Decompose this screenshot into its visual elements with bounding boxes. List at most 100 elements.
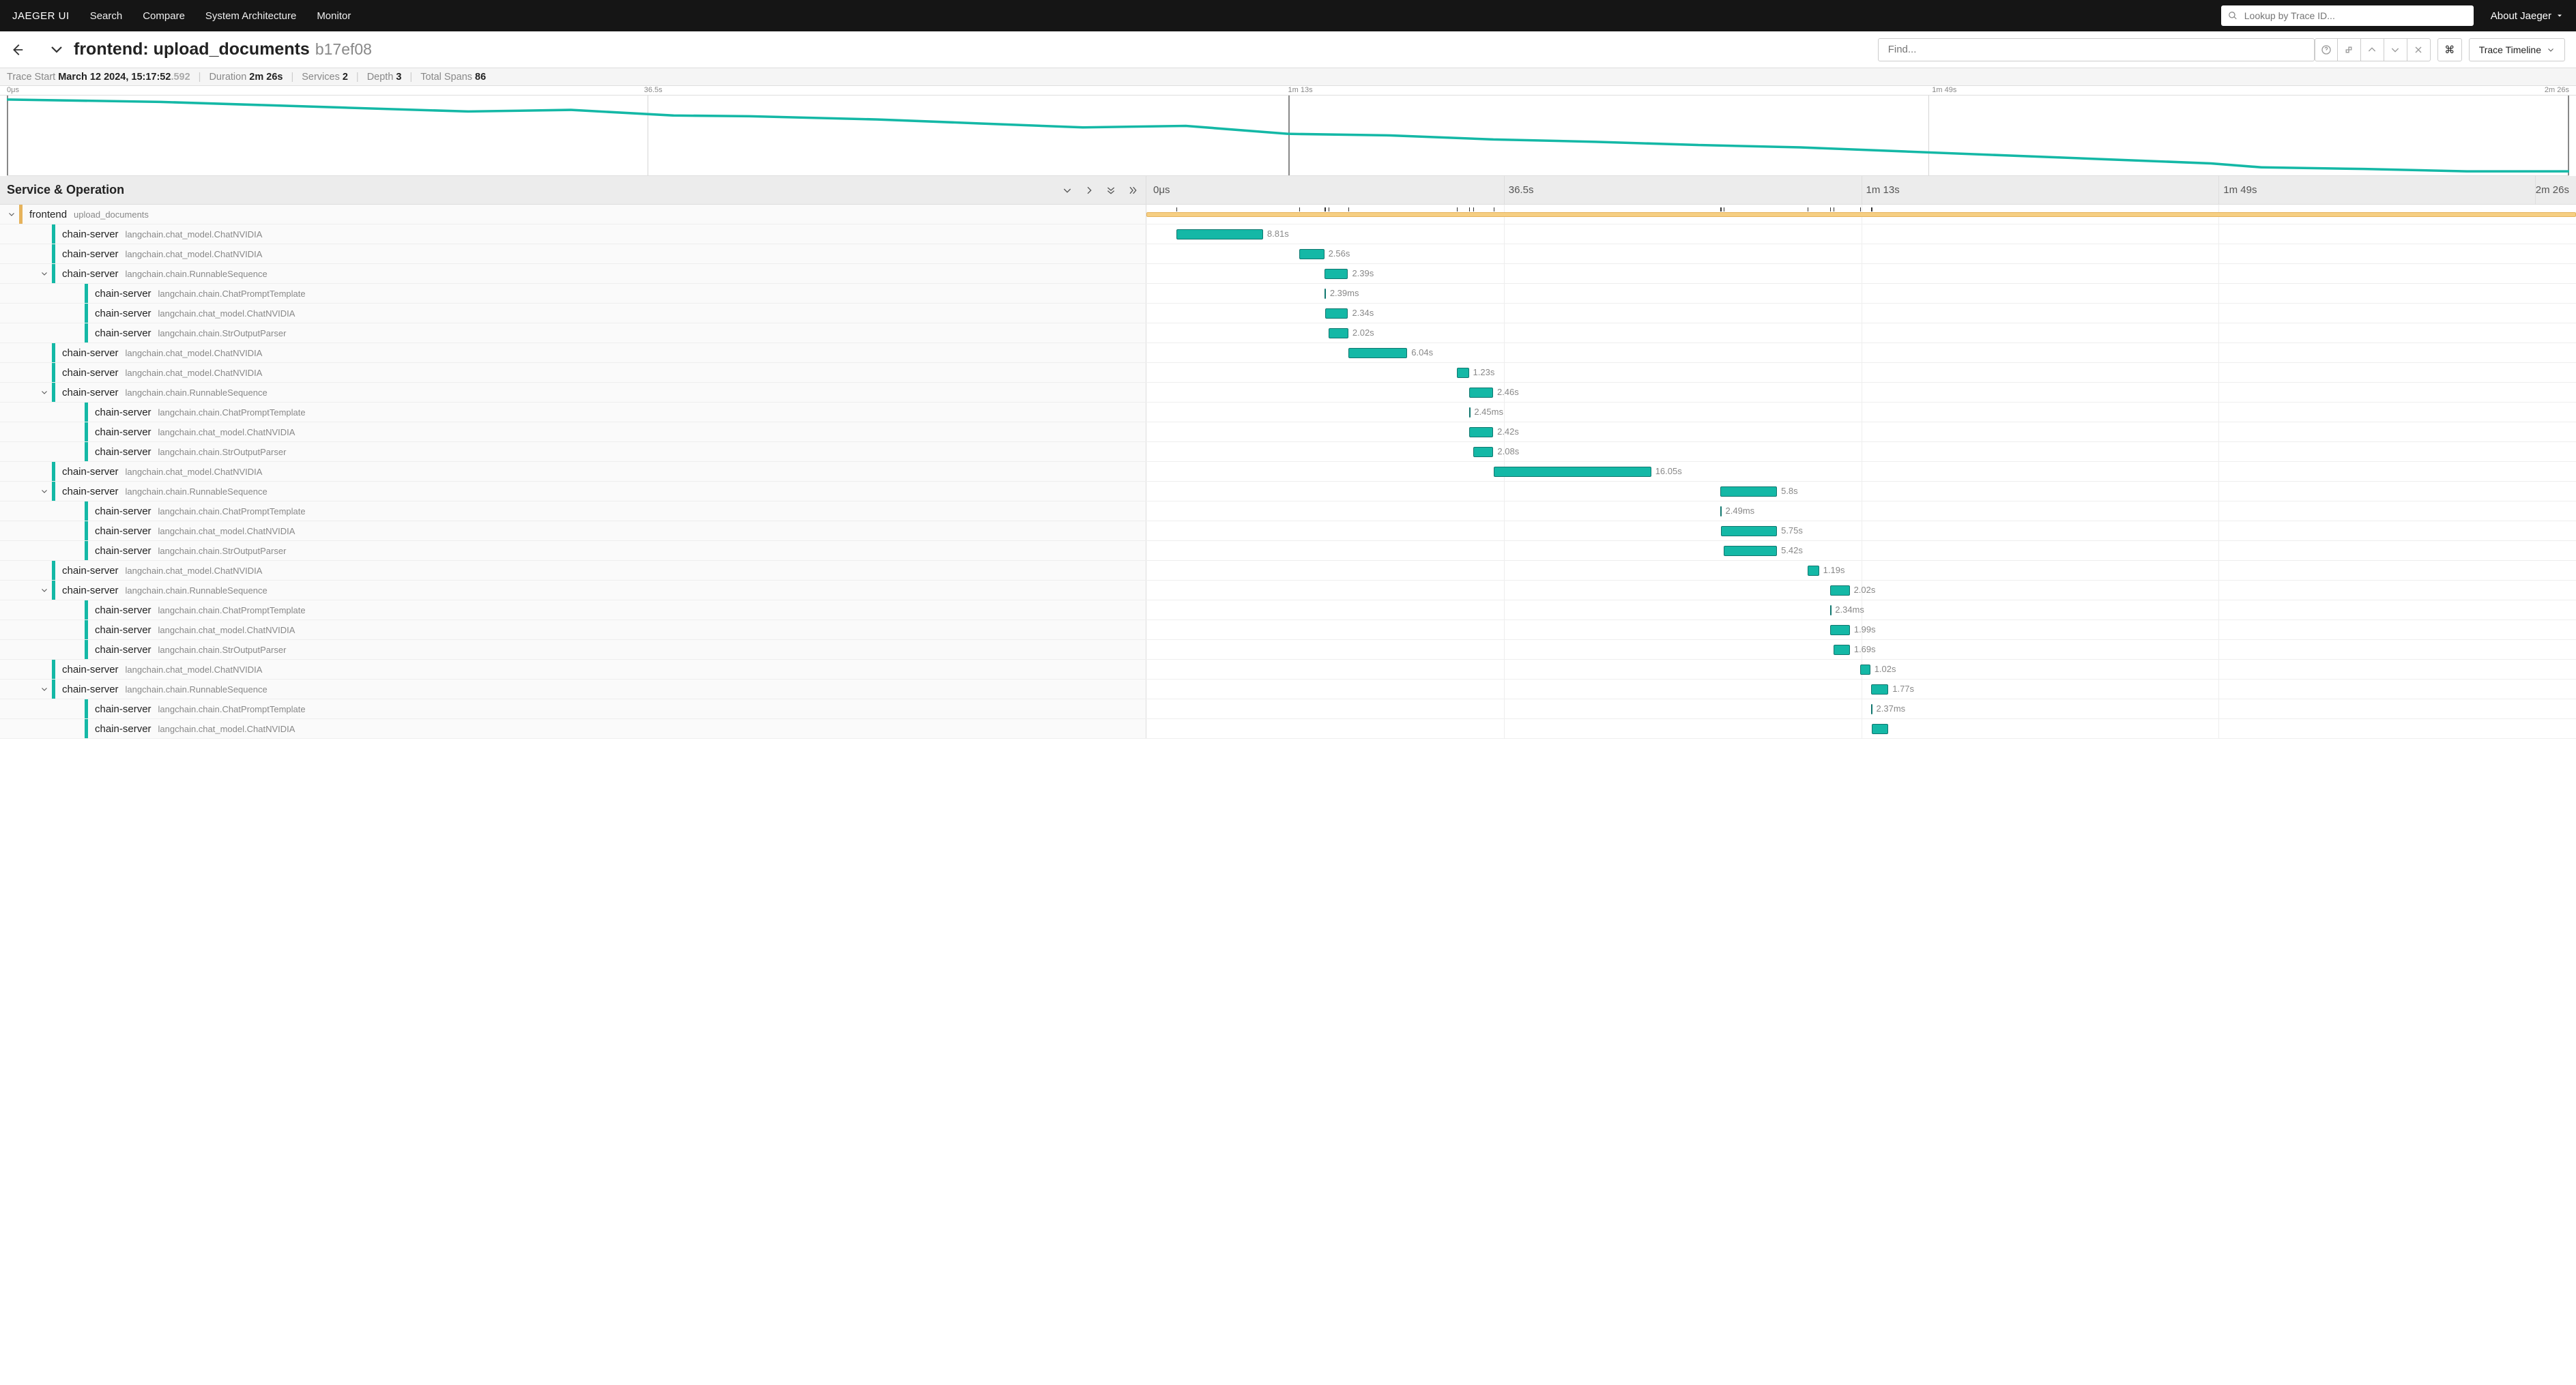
collapse-trace-button[interactable] [46,40,67,60]
minimap[interactable] [7,96,2569,176]
span-row[interactable]: chain-serverlangchain.chat_model.ChatNVI… [0,719,2576,739]
span-bar[interactable] [1724,546,1777,556]
span-row[interactable]: chain-serverlangchain.chain.ChatPromptTe… [0,600,2576,620]
collapse-one-button[interactable] [1058,181,1076,199]
span-bar[interactable] [1329,328,1348,338]
expand-all-button[interactable] [1124,181,1142,199]
span-label[interactable]: chain-serverlangchain.chat_model.ChatNVI… [0,224,1146,244]
span-row[interactable]: chain-serverlangchain.chat_model.ChatNVI… [0,224,2576,244]
trace-lookup-input[interactable] [2243,10,2467,22]
span-bar[interactable] [1325,269,1348,279]
span-label[interactable]: chain-serverlangchain.chain.ChatPromptTe… [0,284,1146,303]
span-bar[interactable] [1721,526,1778,536]
span-row[interactable]: chain-serverlangchain.chat_model.ChatNVI… [0,620,2576,640]
span-label[interactable]: chain-serverlangchain.chat_model.ChatNVI… [0,422,1146,441]
span-label[interactable]: chain-serverlangchain.chat_model.ChatNVI… [0,244,1146,263]
brand-logo[interactable]: JAEGER UI [12,10,70,22]
span-bar[interactable] [1872,724,1889,734]
span-timeline[interactable]: 2.37ms [1146,699,2576,718]
span-bar[interactable] [1325,289,1326,299]
span-row[interactable]: chain-serverlangchain.chain.RunnableSequ… [0,680,2576,699]
span-row[interactable]: chain-serverlangchain.chain.ChatPromptTe… [0,284,2576,304]
span-bar[interactable] [1860,665,1870,675]
span-row[interactable]: chain-serverlangchain.chat_model.ChatNVI… [0,561,2576,581]
span-timeline[interactable]: 1.69s [1146,640,2576,659]
span-label[interactable]: chain-serverlangchain.chat_model.ChatNVI… [0,363,1146,382]
span-label[interactable]: chain-serverlangchain.chat_model.ChatNVI… [0,660,1146,679]
span-row[interactable]: chain-serverlangchain.chain.ChatPromptTe… [0,403,2576,422]
find-input[interactable] [1887,43,2306,56]
find-prev-button[interactable] [2361,38,2384,61]
expand-toggle[interactable] [7,209,16,219]
view-dropdown[interactable]: Trace Timeline [2469,38,2565,61]
span-label[interactable]: chain-serverlangchain.chat_model.ChatNVI… [0,521,1146,540]
span-label[interactable]: chain-serverlangchain.chain.ChatPromptTe… [0,699,1146,718]
span-timeline[interactable]: 8.81s [1146,224,2576,244]
span-timeline[interactable]: 2.39s [1146,264,2576,283]
span-row[interactable]: chain-serverlangchain.chain.ChatPromptTe… [0,501,2576,521]
span-timeline[interactable] [1146,205,2576,224]
span-bar[interactable] [1469,388,1493,398]
span-label[interactable]: chain-serverlangchain.chain.StrOutputPar… [0,640,1146,659]
span-label[interactable]: chain-serverlangchain.chain.RunnableSequ… [0,264,1146,283]
span-timeline[interactable] [1146,719,2576,738]
span-bar[interactable] [1473,447,1494,457]
span-timeline[interactable]: 2.02s [1146,581,2576,600]
span-label[interactable]: chain-serverlangchain.chat_model.ChatNVI… [0,620,1146,639]
span-bar[interactable] [1457,368,1469,378]
span-timeline[interactable]: 1.19s [1146,561,2576,580]
find-box[interactable] [1878,38,2315,61]
span-timeline[interactable]: 5.8s [1146,482,2576,501]
find-locate-button[interactable] [2338,38,2361,61]
expand-one-button[interactable] [1080,181,1098,199]
span-bar[interactable] [1834,645,1850,655]
span-row[interactable]: chain-serverlangchain.chain.RunnableSequ… [0,264,2576,284]
span-label[interactable]: chain-serverlangchain.chat_model.ChatNVI… [0,719,1146,738]
span-label[interactable]: chain-serverlangchain.chain.ChatPromptTe… [0,600,1146,619]
find-clear-button[interactable] [2407,38,2431,61]
span-bar[interactable] [1325,308,1348,319]
span-bar[interactable] [1871,684,1888,695]
span-timeline[interactable]: 2.34ms [1146,600,2576,619]
span-timeline[interactable]: 1.99s [1146,620,2576,639]
span-row[interactable]: chain-serverlangchain.chain.StrOutputPar… [0,640,2576,660]
span-row[interactable]: chain-serverlangchain.chain.RunnableSequ… [0,383,2576,403]
span-timeline[interactable]: 2.56s [1146,244,2576,263]
span-row[interactable]: chain-serverlangchain.chat_model.ChatNVI… [0,660,2576,680]
span-label[interactable]: frontendupload_documents [0,205,1146,224]
span-row[interactable]: chain-serverlangchain.chain.StrOutputPar… [0,323,2576,343]
find-help-button[interactable] [2315,38,2338,61]
span-label[interactable]: chain-serverlangchain.chain.StrOutputPar… [0,323,1146,342]
span-label[interactable]: chain-serverlangchain.chat_model.ChatNVI… [0,561,1146,580]
span-timeline[interactable]: 2.34s [1146,304,2576,323]
span-timeline[interactable]: 16.05s [1146,462,2576,481]
back-button[interactable] [7,40,27,60]
span-row[interactable]: chain-serverlangchain.chain.RunnableSequ… [0,581,2576,600]
nav-compare[interactable]: Compare [143,10,185,22]
collapse-all-button[interactable] [1102,181,1120,199]
span-row[interactable]: frontendupload_documents [0,205,2576,224]
span-bar[interactable] [1808,566,1819,576]
span-bar[interactable] [1720,486,1777,497]
span-row[interactable]: chain-serverlangchain.chat_model.ChatNVI… [0,304,2576,323]
span-bar[interactable] [1871,704,1872,714]
span-bar[interactable] [1469,427,1493,437]
span-label[interactable]: chain-serverlangchain.chain.RunnableSequ… [0,383,1146,402]
expand-toggle[interactable] [40,684,49,694]
span-timeline[interactable]: 1.77s [1146,680,2576,699]
span-timeline[interactable]: 5.75s [1146,521,2576,540]
span-row[interactable]: chain-serverlangchain.chain.RunnableSequ… [0,482,2576,501]
span-label[interactable]: chain-serverlangchain.chain.RunnableSequ… [0,482,1146,501]
expand-toggle[interactable] [40,585,49,595]
span-label[interactable]: chain-serverlangchain.chat_model.ChatNVI… [0,304,1146,323]
trace-lookup[interactable] [2221,5,2474,26]
span-bar[interactable] [1299,249,1325,259]
span-label[interactable]: chain-serverlangchain.chain.StrOutputPar… [0,442,1146,461]
span-row[interactable]: chain-serverlangchain.chat_model.ChatNVI… [0,244,2576,264]
span-bar[interactable] [1720,506,1722,516]
span-label[interactable]: chain-serverlangchain.chain.ChatPromptTe… [0,501,1146,521]
span-label[interactable]: chain-serverlangchain.chat_model.ChatNVI… [0,343,1146,362]
span-row[interactable]: chain-serverlangchain.chat_model.ChatNVI… [0,363,2576,383]
span-row[interactable]: chain-serverlangchain.chain.ChatPromptTe… [0,699,2576,719]
span-label[interactable]: chain-serverlangchain.chain.StrOutputPar… [0,541,1146,560]
